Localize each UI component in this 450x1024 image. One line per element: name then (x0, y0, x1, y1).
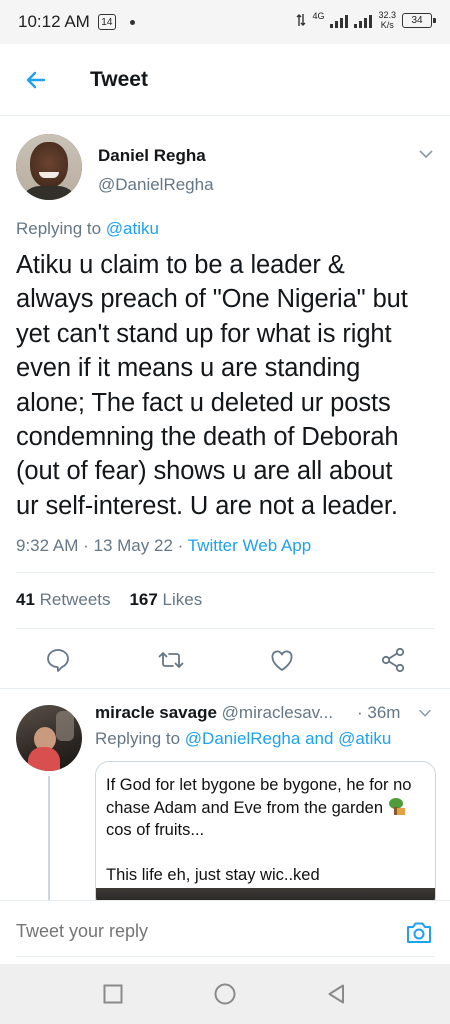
battery-icon: 34 (402, 12, 436, 28)
camera-icon[interactable] (404, 918, 434, 948)
tweet-time: 9:32 AM (16, 536, 79, 555)
meta-separator: · (177, 536, 184, 555)
author-handle[interactable]: @DanielRegha (98, 175, 214, 195)
system-nav-bar (0, 964, 450, 1024)
thread-line (48, 776, 50, 900)
status-time: 10:12 AM (18, 12, 90, 31)
replying-to: Replying to @atiku (16, 219, 159, 239)
battery-level: 34 (411, 14, 423, 26)
retweets-stat[interactable]: 41 Retweets (16, 590, 111, 609)
net-speed: 32.3 K/s (378, 10, 396, 30)
reply-underline (16, 956, 434, 957)
divider (16, 628, 434, 629)
status-indicators: 4G 32.3 K/s 34 (296, 10, 436, 30)
tweet-line: alone; The fact u deleted ur posts (16, 388, 391, 417)
media-line: This life eh, just stay wic..ked (106, 866, 320, 884)
mention-link[interactable]: @DanielRegha and @atiku (185, 729, 392, 748)
tweet-author: Daniel Regha @DanielRegha (16, 134, 436, 204)
tweet-line: Atiku u claim to be a leader & (16, 251, 345, 279)
reply-input[interactable] (16, 921, 376, 942)
divider (16, 572, 434, 573)
chevron-down-icon[interactable] (416, 144, 436, 164)
meta-separator: · (83, 536, 89, 555)
tweet-line: (out of fear) shows u are all about (16, 457, 393, 486)
arrow-left-icon (26, 71, 46, 88)
reply-media[interactable]: If God for let bygone be bygone, he for … (95, 761, 436, 911)
tweet-line: condemning the death of Deborah (16, 423, 399, 452)
reply-replying-to: Replying to @DanielRegha and @atiku (95, 729, 391, 749)
likes-stat[interactable]: 167 Likes (129, 590, 202, 609)
replying-prefix: Replying to (95, 729, 181, 748)
reply-author-name[interactable]: miracle savage (95, 703, 217, 722)
source-app-link[interactable]: Twitter Web App (188, 536, 311, 555)
tweet-line: yet can't stand up for what is right (16, 319, 392, 348)
net-speed-unit: K/s (380, 20, 394, 30)
reply-icon[interactable] (44, 646, 72, 674)
signal-icon-2 (354, 12, 373, 28)
chevron-down-icon[interactable] (416, 704, 434, 722)
network-type: 4G (312, 11, 325, 21)
page-title: Tweet (90, 67, 148, 91)
avatar[interactable] (16, 134, 82, 200)
media-text: If God for let bygone be bygone, he for … (106, 774, 435, 887)
likes-count: 167 (129, 590, 158, 609)
heart-icon[interactable] (268, 646, 296, 674)
tweet-stats: 41 Retweets 167 Likes (16, 590, 202, 610)
recents-icon[interactable] (101, 982, 125, 1006)
tweet-line: ur self-interest. U are not a leader. (16, 491, 398, 520)
tweet-actions (0, 640, 450, 680)
mention-link[interactable]: @atiku (106, 219, 159, 238)
media-line-with-emoji: chase Adam and Eve from the garden (106, 797, 435, 820)
back-button[interactable] (16, 60, 56, 100)
net-speed-value: 32.3 (378, 10, 396, 20)
house-with-garden-icon (387, 797, 406, 816)
media-line: cos of fruits... (106, 821, 205, 839)
replying-prefix: Replying to (16, 219, 102, 238)
tweet-text: Atiku u claim to be a leader & always pr… (16, 248, 438, 523)
author-name[interactable]: Daniel Regha (98, 146, 206, 166)
reply-compose-bar (0, 900, 450, 964)
app-header: Tweet (0, 44, 450, 116)
notification-dot-icon (129, 19, 135, 25)
signal-icon (330, 12, 349, 28)
share-icon[interactable] (380, 646, 408, 674)
tweet-date: 13 May 22 (93, 536, 173, 555)
data-transfer-icon (296, 14, 306, 26)
media-line: chase Adam and Eve from the garden (106, 798, 384, 817)
notification-icon: 14 (97, 14, 116, 30)
reply-author: miracle savage @miraclesav... (95, 703, 333, 723)
likes-label: Likes (162, 590, 203, 609)
status-bar: 10:12 AM 14 4G 32.3 K/s 34 (0, 0, 450, 44)
back-nav-icon[interactable] (325, 982, 349, 1006)
reply-time: · 36m (357, 703, 401, 722)
home-icon[interactable] (213, 982, 237, 1006)
retweet-icon[interactable] (157, 646, 185, 674)
avatar[interactable] (16, 705, 82, 771)
retweets-count: 41 (16, 590, 35, 609)
media-line: If God for let bygone be bygone, he for … (106, 776, 412, 794)
retweets-label: Retweets (39, 590, 111, 609)
media-line (106, 842, 435, 865)
tweet-meta: 9:32 AM · 13 May 22 · Twitter Web App (16, 536, 311, 556)
tweet-line: even if it means u are standing (16, 354, 361, 383)
tweet-line: always preach of "One Nigeria" but (16, 285, 408, 314)
reply-author-handle[interactable]: @miraclesav... (222, 703, 333, 722)
divider (0, 688, 450, 689)
